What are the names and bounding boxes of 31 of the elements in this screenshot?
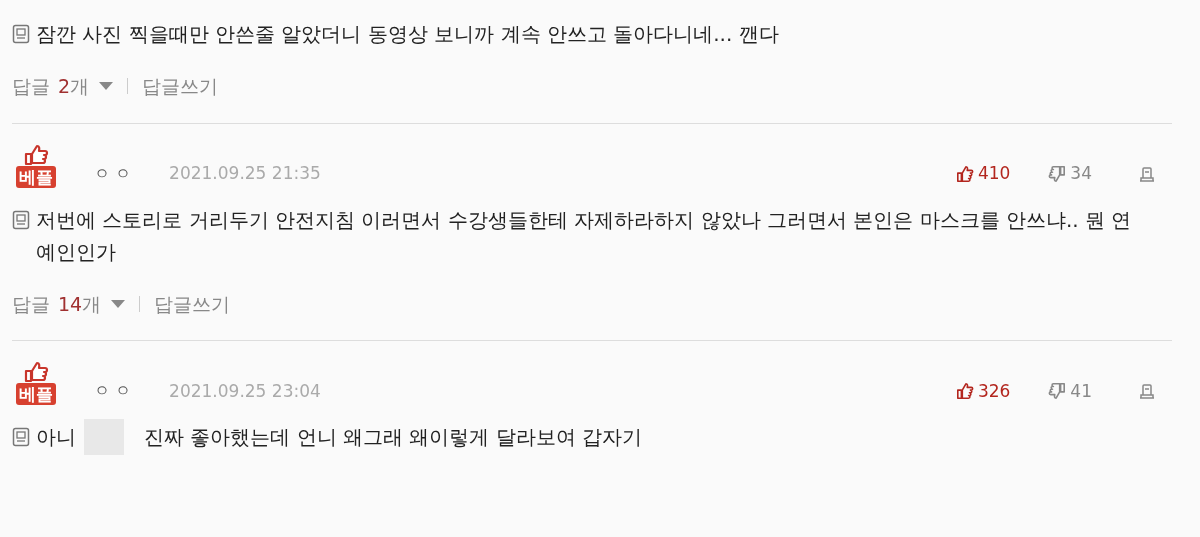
dropdown-caret-icon [111, 299, 126, 308]
memo-icon [12, 427, 30, 447]
dropdown-caret-icon [99, 82, 114, 91]
comment-date: 2021.09.25 21:35 [169, 162, 321, 185]
dislike-button[interactable]: 41 [1048, 378, 1092, 404]
comment-text: 저번에 스토리로 거리두기 안전지침 이러면서 수강생들한테 자제하라하지 않았나 그러면서 본인은 마스크를 안쓰냐.. 뭔 연예인인가 [36, 206, 1133, 266]
author-name: ㅇ ㅇ [94, 162, 132, 185]
thumbs-up-icon [955, 164, 974, 183]
thumbs-up-icon [955, 382, 974, 401]
report-icon[interactable] [1138, 164, 1156, 183]
memo-icon [12, 24, 30, 44]
write-reply-link[interactable]: 답글쓰기 [154, 289, 231, 318]
comment-text: 잠깐 사진 찍을때만 안쓴줄 알았더니 동영상 보니까 계속 안쓰고 돌아다니네... 깬다 [36, 21, 779, 48]
comment-date: 2021.09.25 23:04 [169, 379, 321, 403]
dislike-button[interactable]: 34 [1048, 161, 1092, 187]
report-icon[interactable] [1138, 382, 1156, 401]
best-badge: 베플 [16, 383, 56, 405]
memo-icon [12, 209, 30, 230]
thumbs-up-icon [23, 361, 49, 383]
thumbs-up-icon [23, 143, 49, 166]
comment-text: 진짜 좋아했는데 언니 왜그래 왜이렇게 달라보여 갑자기 [144, 424, 643, 451]
like-button[interactable]: 410 [955, 161, 1011, 187]
comment-text: 아니 [36, 424, 76, 451]
reply-count-toggle[interactable]: 답글 14개 [12, 289, 126, 318]
author-name: ㅇ ㅇ [94, 380, 132, 402]
write-reply-link[interactable]: 답글쓰기 [142, 72, 219, 101]
reply-count-toggle[interactable]: 답글 2개 [12, 72, 114, 101]
thumbs-down-icon [1048, 164, 1067, 183]
like-button[interactable]: 326 [955, 378, 1011, 404]
thumbs-down-icon [1048, 382, 1067, 401]
best-badge: 베플 [16, 165, 56, 188]
